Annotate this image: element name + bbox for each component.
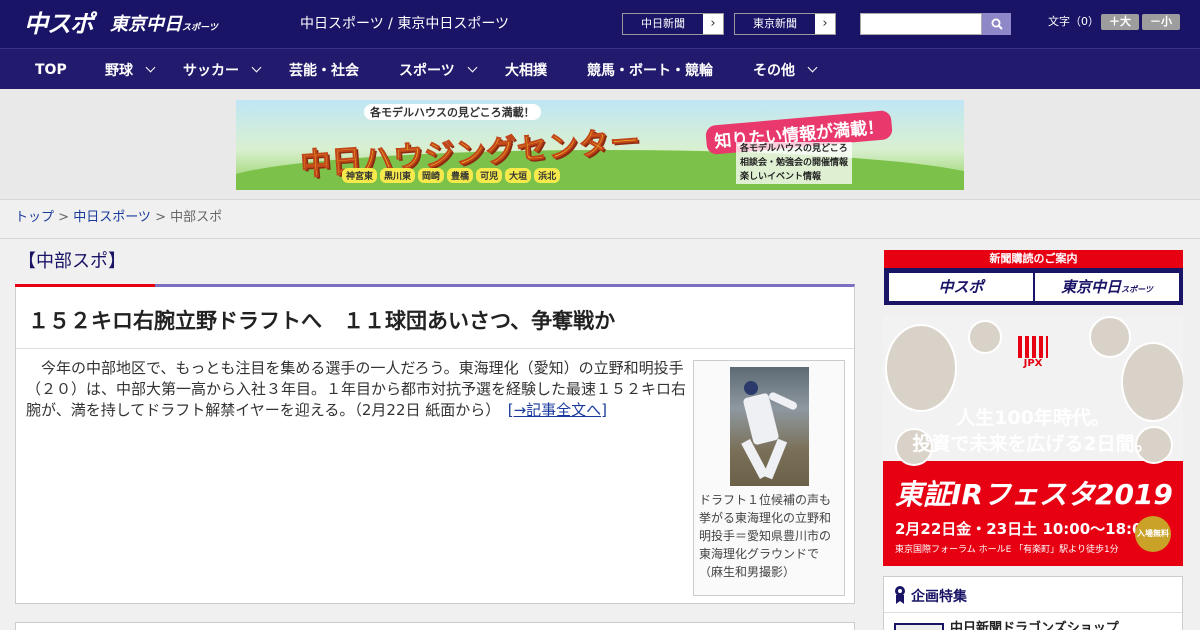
chevron-right-icon: › [815,14,835,34]
nav-item-other[interactable]: その他 [753,49,818,90]
read-full-article-link[interactable]: [→記事全文へ] [508,401,607,419]
feature-item-link[interactable]: 中日新聞ドラゴンズショップ [950,621,1119,630]
nav-item-baseball[interactable]: 野球 [105,49,156,90]
breadcrumb: トップ > 中日スポーツ > 中部スポ [15,209,222,227]
nav-item-soccer[interactable]: サッカー [183,49,262,90]
jpx-ad-line2: 投資で未来を広げる2日間。 [912,433,1154,455]
banner-town: 岡崎 [418,168,445,183]
banner-town: 神宮東 [342,168,378,183]
site-title[interactable]: 中日スポーツ / 東京中日スポーツ [300,14,509,34]
text-size-down-button[interactable]: －小 [1142,14,1180,30]
person-photo [968,320,1002,354]
site-header: 中スポ 東京中日スポーツ 中日スポーツ / 東京中日スポーツ 中日新聞 › 東京… [0,0,1200,48]
banner-town-list: 神宮東 黒川東 岡崎 豊橋 可児 大垣 浜北 [342,168,561,183]
chevron-down-icon [145,62,156,73]
text-size-up-button[interactable]: ＋大 [1101,14,1139,30]
article-header: １５２キロ右腕立野ドラフトへ １１球団あいさつ、争奪戦か [16,287,854,349]
banner-town: 黒川東 [380,168,416,183]
banner-kicker: 各モデルハウスの見どころ満載！ [364,104,541,120]
nav-item-entertainment[interactable]: 芸能・社会 [289,49,359,90]
banner-town: 大垣 [505,168,532,183]
tokyo-chunichi-logo-text: 東京中日 [110,14,182,35]
nav-label: サッカー [183,62,239,79]
chevron-down-icon [807,62,818,73]
nav-item-top[interactable]: TOP [35,49,67,90]
banner-town: 可児 [476,168,503,183]
subscribe-tokyo-chunichi-button[interactable]: 東京中日スポーツ [1035,273,1179,301]
breadcrumb-top-link[interactable]: トップ [15,210,54,225]
subscription-label: 新聞購読のご案内 [989,252,1078,265]
jpx-ad-title: 東証IRフェスタ2019 [895,478,1173,511]
pitcher-photo[interactable] [730,367,809,486]
feature-special-box: 企画特集 中日新聞ドラゴンズショップ [883,576,1183,630]
search-button[interactable] [982,13,1011,35]
subscribe-chuspo-button[interactable]: 中スポ [889,273,1033,301]
nav-item-sumo[interactable]: 大相撲 [505,49,547,90]
pitcher-figure [762,438,788,480]
nav-label: 大相撲 [505,62,547,79]
article-body: 今年の中部地区で、もっとも注目を集める選手の一人だろう。東海理化（愛知）の立野和… [26,358,688,421]
tokyo-shimbun-link[interactable]: 東京新聞 › [734,13,836,35]
jpx-ir-festa-ad[interactable]: JPX 人生100年時代。 投資で未来を広げる2日間。 東証IRフェスタ2019… [883,316,1183,566]
jpx-ad-dates: 2月22日金・23日土 10:00～18:00 [895,520,1153,538]
pitcher-figure [744,381,758,395]
nav-item-sports[interactable]: スポーツ [399,49,478,90]
nav-label: TOP [35,61,67,78]
banner-feature: 楽しいイベント情報 [740,172,822,182]
pitcher-figure [767,391,799,411]
feature-thumbnail[interactable] [894,623,944,630]
breadcrumb-separator: > [54,210,74,225]
jpx-logo-text: JPX [1023,358,1043,369]
article-headline[interactable]: １５２キロ右腕立野ドラフトへ １１球団あいさつ、争奪戦か [28,307,615,335]
photo-caption: ドラフト１位候補の声も挙がる東海理化の立野和明投手＝愛知県豊川市の東海理化グラウ… [699,493,832,579]
tokyo-shimbun-label: 東京新聞 [735,14,815,34]
person-photo [885,324,957,412]
chevron-down-icon [251,62,262,73]
breadcrumb-current: 中部スポ [170,210,223,225]
nav-label: 芸能・社会 [289,62,359,79]
feature-title: 企画特集 [911,589,967,605]
article-photo-box: ドラフト１位候補の声も挙がる東海理化の立野和明投手＝愛知県豊川市の東海理化グラウ… [693,360,845,596]
section-title: 【中部スポ】 [18,251,126,272]
search-input[interactable] [860,13,982,35]
breadcrumb-separator: > [150,210,171,225]
banner-town: 豊橋 [447,168,474,183]
chunichi-shimbun-link[interactable]: 中日新聞 › [622,13,724,35]
subscription-guide: 新聞購読のご案内 中スポ 東京中日スポーツ [884,250,1183,305]
breadcrumb-divider [0,238,1200,239]
chevron-down-icon [467,62,478,73]
subscribe-tokyo-sub: スポーツ [1121,285,1153,294]
jpx-logo-mark [1018,336,1048,358]
chevron-right-icon: › [703,14,723,34]
banner-features: 各モデルハウスの見どころ 相談会・勉強会の開催情報 楽しいイベント情報 [736,142,853,184]
jpx-ad-free-badge: 入場無料 [1135,516,1171,552]
banner-feature: 各モデルハウスの見どころ [740,144,848,154]
search-icon [991,18,1003,30]
person-photo [1089,316,1131,358]
banner-town: 浜北 [534,168,561,183]
subscribe-tokyo-label: 東京中日 [1061,278,1122,296]
nav-label: スポーツ [399,62,455,79]
feature-header: 企画特集 [884,577,1182,613]
jpx-ad-venue: 東京国際フォーラム ホールE 「有楽町」駅より徒歩1分 [895,545,1119,555]
main-nav: TOP 野球 サッカー 芸能・社会 スポーツ 大相撲 競馬・ボート・競輪 その他 [0,48,1200,89]
breadcrumb-chunichi-sports-link[interactable]: 中日スポーツ [73,210,151,225]
tokyo-chunichi-logo-sub: スポーツ [182,23,218,33]
text-size-label: 文字（0） [1048,15,1099,28]
nav-label: 野球 [105,62,133,79]
banner-feature: 相談会・勉強会の開催情報 [740,158,849,168]
nav-item-racing[interactable]: 競馬・ボート・競輪 [587,49,713,90]
housing-center-banner-ad[interactable]: 各モデルハウスの見どころ満載！ 中日ハウジングセンター 知りたい情報が満載！ 各… [236,100,964,190]
tokyo-chunichi-logo[interactable]: 東京中日スポーツ [110,12,218,38]
jpx-ad-line1: 人生100年時代。 [956,407,1110,429]
nav-label: 競馬・ボート・競輪 [587,62,713,79]
next-article-card [15,622,855,630]
nav-label: その他 [753,62,795,79]
chuspo-logo[interactable]: 中スポ [24,9,94,39]
chunichi-shimbun-label: 中日新聞 [623,14,703,34]
article-card: １５２キロ右腕立野ドラフトへ １１球団あいさつ、争奪戦か 今年の中部地区で、もっ… [15,284,855,604]
jpx-logo: JPX [1016,336,1050,370]
banner-ad-area: 各モデルハウスの見どころ満載！ 中日ハウジングセンター 知りたい情報が満載！ 各… [0,89,1200,200]
ribbon-icon [895,586,905,604]
